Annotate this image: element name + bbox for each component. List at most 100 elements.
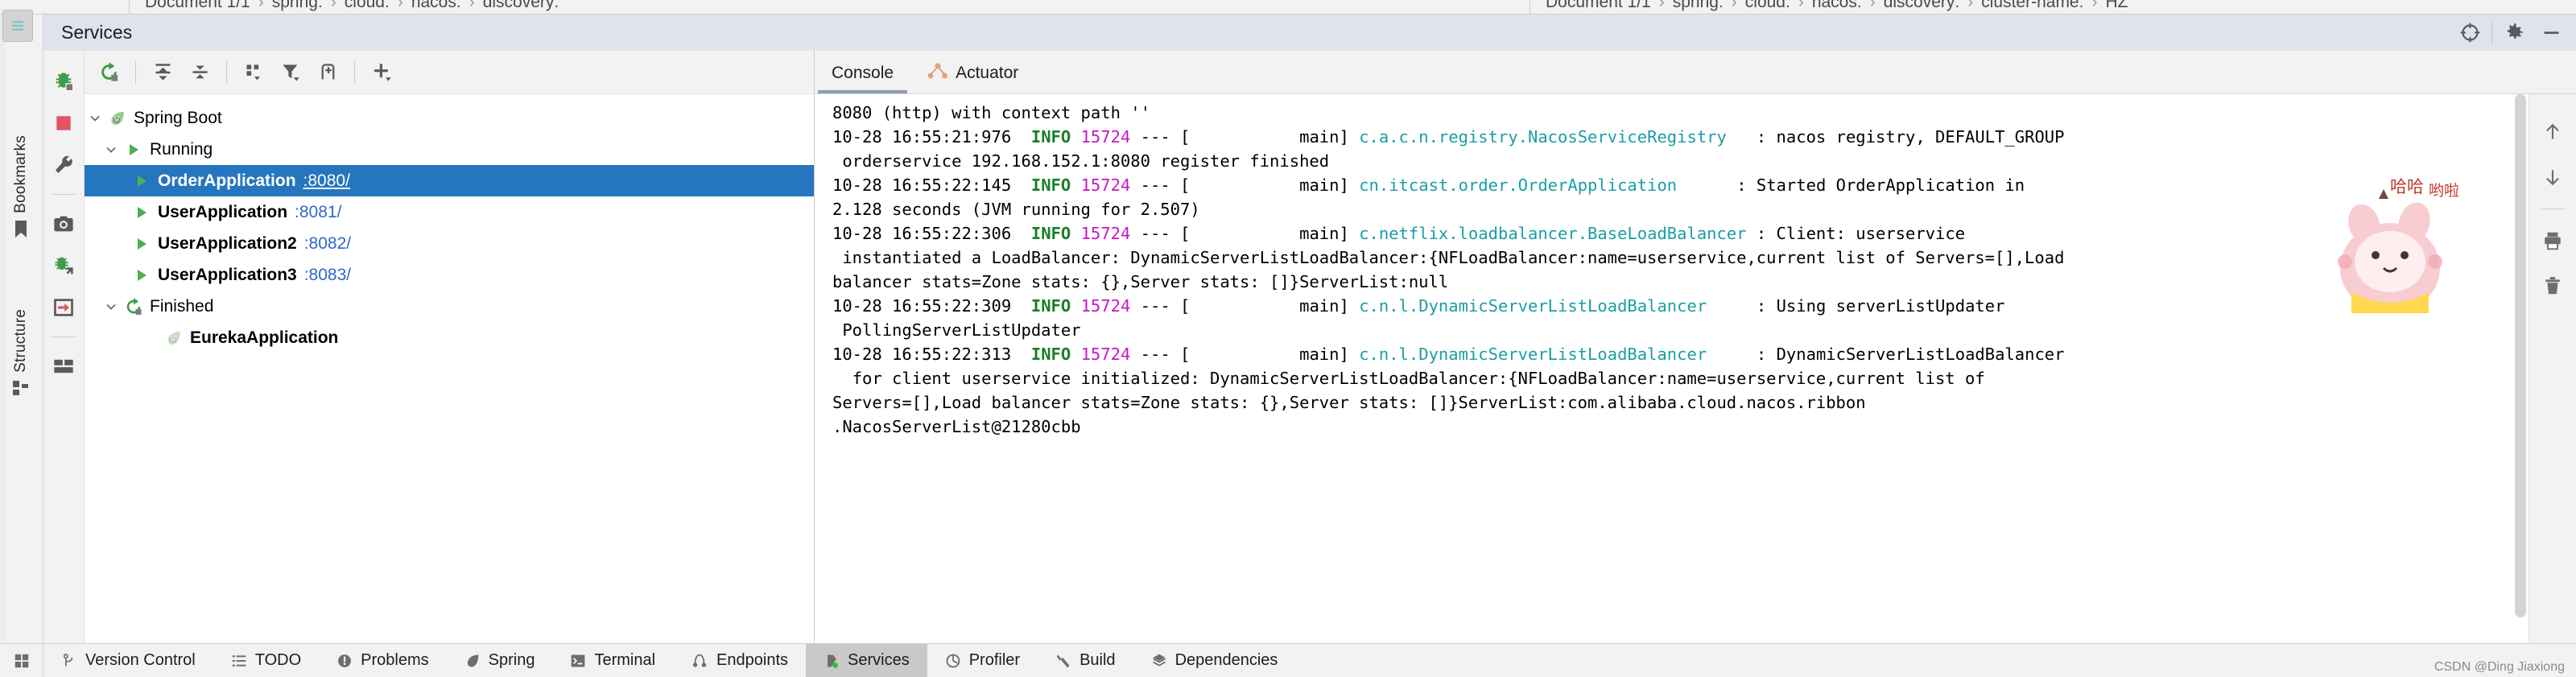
- breadcrumb-crumb[interactable]: cloud:: [345, 0, 390, 11]
- log-class[interactable]: c.netflix.loadbalancer.BaseLoadBalancer: [1359, 224, 1746, 243]
- tree-node-port-link[interactable]: :8081/: [295, 203, 341, 222]
- scrollbar-thumb[interactable]: [2515, 94, 2526, 617]
- tree-node-finished[interactable]: Finished: [85, 291, 814, 322]
- chevron-down-icon[interactable]: [101, 143, 122, 156]
- tree-node-userapplication3[interactable]: UserApplication3 :8083/: [85, 259, 814, 291]
- rail-menu-button[interactable]: [2, 10, 33, 42]
- camera-icon: [54, 216, 73, 232]
- breadcrumb-crumb[interactable]: cluster-name:: [1981, 0, 2083, 11]
- breadcrumb-crumb[interactable]: spring:: [272, 0, 323, 11]
- scroll-up-button[interactable]: [2534, 112, 2571, 152]
- breadcrumb-crumb[interactable]: nacos:: [411, 0, 461, 11]
- tree-node-port-link[interactable]: :8080/: [303, 171, 350, 191]
- breadcrumb-crumb[interactable]: discovery:: [483, 0, 559, 11]
- log-class[interactable]: c.n.l.DynamicServerListLoadBalancer: [1359, 345, 1707, 364]
- show-configurations-button[interactable]: [310, 55, 345, 90]
- console-output[interactable]: 8080 (http) with context path '' 10-28 1…: [815, 94, 2529, 643]
- group-by-button[interactable]: [236, 55, 271, 90]
- status-item-dependencies[interactable]: Dependencies: [1133, 644, 1296, 677]
- services-header: Services: [43, 14, 2576, 51]
- minimize-button[interactable]: [2533, 14, 2570, 51]
- collapse-all-button[interactable]: [182, 55, 217, 90]
- console-scrollbar[interactable]: [2511, 94, 2529, 643]
- filter-button[interactable]: [273, 55, 308, 90]
- breadcrumb-crumb[interactable]: Document 1/1: [145, 0, 250, 11]
- breadcrumb-crumb[interactable]: discovery:: [1884, 0, 1960, 11]
- status-item-version-control[interactable]: Version Control: [43, 644, 213, 677]
- breadcrumb-separator-icon: ›: [1869, 0, 1876, 11]
- status-bar-rail-corner[interactable]: [0, 644, 43, 677]
- rail-tab-structure[interactable]: Structure: [3, 309, 39, 402]
- status-item-label: Version Control: [85, 651, 196, 669]
- minimize-icon: [2544, 31, 2558, 35]
- breadcrumb-crumb[interactable]: HZ: [2105, 0, 2128, 11]
- console-text: balancer stats=Zone stats: {},Server sta…: [832, 272, 1449, 291]
- breadcrumb-crumb[interactable]: cloud:: [1745, 0, 1790, 11]
- tree-node-userapplication[interactable]: UserApplication :8081/: [85, 196, 814, 228]
- print-button[interactable]: [2534, 221, 2571, 261]
- breadcrumb-right[interactable]: Document 1/1 › spring: › cloud: › nacos: › disco…: [1546, 0, 2128, 12]
- status-item-todo[interactable]: TODO: [213, 644, 319, 677]
- status-item-terminal[interactable]: Terminal: [552, 644, 673, 677]
- breadcrumb-crumb[interactable]: Document 1/1: [1546, 0, 1651, 11]
- log-timestamp: 10-28 16:55:22:145: [832, 175, 1012, 195]
- rerun-button[interactable]: [91, 55, 126, 90]
- rail-tab-bookmarks[interactable]: Bookmarks: [3, 135, 39, 244]
- status-item-services[interactable]: Services: [806, 644, 927, 677]
- add-service-button[interactable]: [364, 55, 399, 90]
- tree-node-eurekaapplication[interactable]: EurekaApplication: [85, 322, 814, 353]
- status-item-spring[interactable]: Spring: [447, 644, 553, 677]
- spring-boot-icon: [105, 109, 130, 128]
- scroll-down-button[interactable]: [2534, 157, 2571, 197]
- rerun-green-icon: [122, 297, 146, 316]
- stop-button[interactable]: [46, 102, 81, 144]
- breadcrumb-crumb[interactable]: nacos:: [1812, 0, 1862, 11]
- locate-button[interactable]: [2451, 14, 2488, 51]
- tab-console[interactable]: Console: [815, 52, 910, 93]
- tree-node-label: Finished: [150, 296, 214, 316]
- status-item-label: Terminal: [594, 651, 656, 669]
- toolbar-separator: [354, 60, 355, 84]
- open-in-button[interactable]: [46, 287, 81, 328]
- console-line: PollingServerListUpdater: [815, 318, 2529, 342]
- screenshot-button[interactable]: [46, 203, 81, 245]
- log-timestamp: 10-28 16:55:22:306: [832, 224, 1012, 243]
- tree-node-port-link[interactable]: :8083/: [304, 266, 351, 285]
- grid-icon: [14, 654, 28, 667]
- chevron-down-icon[interactable]: [101, 300, 122, 313]
- tree-node-orderapplication[interactable]: OrderApplication :8080/: [85, 165, 814, 196]
- tree-node-spring-boot[interactable]: Spring Boot: [85, 102, 814, 134]
- run-green-icon: [130, 267, 154, 283]
- tree-node-running[interactable]: Running: [85, 134, 814, 165]
- chevron-down-icon[interactable]: [85, 112, 105, 125]
- expand-all-button[interactable]: [145, 55, 180, 90]
- tree-node-label: Spring Boot: [134, 108, 222, 127]
- gutter-separator: [2541, 208, 2565, 209]
- attach-debugger-button[interactable]: [46, 245, 81, 287]
- clear-console-button[interactable]: [2534, 266, 2571, 306]
- status-item-build[interactable]: Build: [1038, 644, 1133, 677]
- settings-wrench-button[interactable]: [46, 144, 81, 186]
- status-item-endpoints[interactable]: Endpoints: [673, 644, 806, 677]
- log-timestamp: 10-28 16:55:22:309: [832, 296, 1012, 316]
- log-class[interactable]: c.a.c.n.registry.NacosServiceRegistry: [1359, 127, 1727, 147]
- rail-tab-structure-label: Structure: [12, 309, 29, 373]
- log-class[interactable]: cn.itcast.order.OrderApplication: [1359, 175, 1677, 195]
- services-content: Spring Boot Running OrderApplication:80…: [43, 51, 2576, 643]
- breadcrumb-left[interactable]: Document 1/1 › spring: › cloud: › nacos: › disco…: [145, 0, 559, 12]
- log-level: INFO: [1030, 127, 1071, 147]
- log-class[interactable]: c.n.l.DynamicServerListLoadBalancer: [1359, 296, 1707, 316]
- tree-node-userapplication2[interactable]: UserApplication2 :8082/: [85, 228, 814, 259]
- services-tree[interactable]: Spring Boot Running OrderApplication:80…: [85, 94, 814, 643]
- tree-node-port-link[interactable]: :8082/: [304, 234, 351, 254]
- breadcrumb-separator-icon: ›: [1798, 0, 1804, 11]
- settings-button[interactable]: [2496, 14, 2533, 51]
- console-pane: Console Actuator 8080 (http) with contex…: [815, 51, 2576, 643]
- layout-button[interactable]: [46, 345, 81, 387]
- tab-actuator[interactable]: Actuator: [910, 52, 1035, 93]
- debug-button[interactable]: [46, 60, 81, 102]
- breadcrumb-crumb[interactable]: spring:: [1673, 0, 1724, 11]
- status-item-problems[interactable]: Problems: [319, 644, 446, 677]
- status-item-profiler[interactable]: Profiler: [927, 644, 1038, 677]
- branch-icon: [63, 653, 73, 667]
